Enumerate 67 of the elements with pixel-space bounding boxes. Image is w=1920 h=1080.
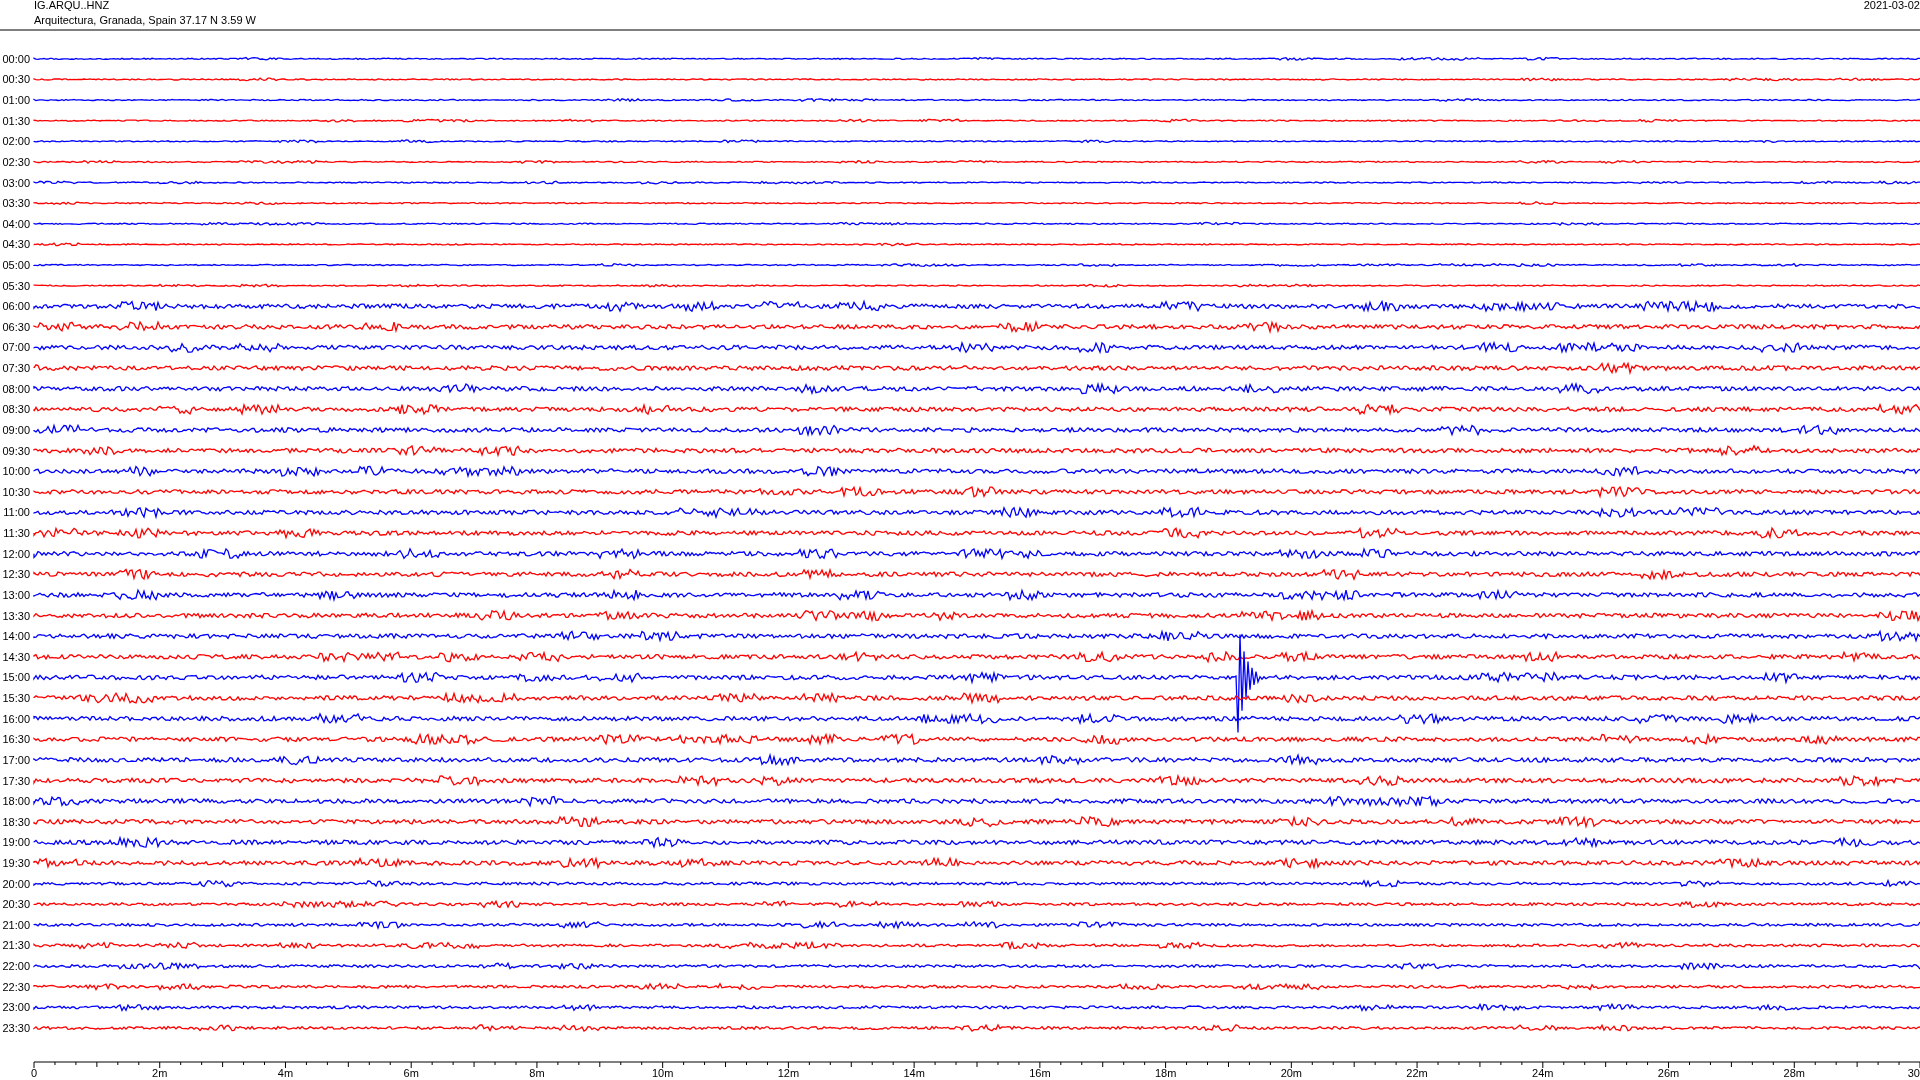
time-label: 05:00 — [2, 259, 30, 271]
time-label: 09:30 — [2, 444, 30, 457]
axis-label: 14m — [903, 1067, 925, 1079]
axis-label: 18m — [1154, 1067, 1177, 1079]
time-label: 08:00 — [2, 382, 30, 395]
time-label: 20:00 — [2, 877, 30, 890]
axis-label: 0 — [30, 1067, 38, 1079]
time-label: 06:00 — [2, 300, 30, 313]
station-description: Arquitectura, Granada, Spain 37.17 N 3.59 W — [34, 14, 256, 26]
station-code: IG.ARQU..HNZ — [34, 0, 110, 11]
axis-label: 8m — [529, 1067, 545, 1079]
time-label: 17:00 — [2, 753, 30, 766]
time-label: 10:00 — [2, 465, 30, 478]
axis-label: 2m — [152, 1067, 168, 1079]
axis-label: 10m — [651, 1067, 674, 1079]
time-label: 12:00 — [2, 547, 30, 560]
time-label: 03:30 — [2, 197, 30, 210]
time-label: 13:00 — [2, 588, 30, 601]
axis-label: 22m — [1406, 1067, 1428, 1079]
axis-label: 16m — [1029, 1067, 1051, 1079]
time-label: 03:00 — [2, 176, 30, 189]
time-label: 15:30 — [2, 692, 30, 704]
time-label: 19:30 — [2, 857, 30, 869]
time-label: 06:30 — [2, 320, 30, 333]
time-label: 18:00 — [2, 795, 30, 808]
time-label: 22:30 — [2, 980, 30, 993]
time-label: 10:30 — [2, 485, 30, 498]
time-label: 12:30 — [2, 568, 30, 581]
time-label: 00:00 — [2, 52, 30, 65]
time-label: 05:30 — [2, 279, 30, 292]
time-label: 15:00 — [2, 671, 30, 684]
time-label: 16:30 — [2, 733, 30, 746]
time-label: 23:30 — [2, 1021, 30, 1034]
time-label: 08:30 — [2, 403, 30, 416]
time-label: 19:00 — [2, 836, 30, 849]
time-label: 11:30 — [3, 527, 30, 540]
time-label: 02:30 — [2, 155, 30, 168]
time-label: 20:30 — [2, 898, 30, 911]
time-label: 21:30 — [2, 939, 30, 952]
axis-label: 12m — [777, 1067, 800, 1079]
time-label: 00:30 — [2, 73, 30, 86]
axis-label: 24m — [1532, 1067, 1554, 1079]
time-label: 11:00 — [3, 506, 30, 519]
time-label: 09:00 — [2, 423, 30, 436]
time-label: 04:00 — [2, 217, 30, 230]
time-label: 01:30 — [2, 114, 30, 127]
time-label: 17:30 — [2, 774, 30, 787]
time-label: 04:30 — [2, 238, 30, 251]
time-label: 14:30 — [2, 650, 30, 663]
axis-label: 28m — [1783, 1067, 1805, 1079]
time-label: 02:00 — [2, 135, 30, 148]
time-label: 22:00 — [2, 960, 30, 973]
time-label: 23:00 — [2, 1001, 30, 1014]
time-label: 16:00 — [2, 712, 30, 725]
axis-label: 20m — [1280, 1067, 1303, 1079]
time-label: 07:30 — [2, 362, 30, 375]
axis-label: 30 — [1907, 1067, 1920, 1079]
time-label: 07:00 — [2, 341, 30, 354]
time-label: 18:30 — [2, 815, 30, 828]
time-label: 21:00 — [2, 918, 30, 931]
time-label: 14:00 — [2, 630, 30, 643]
axis-label: 4m — [277, 1067, 294, 1079]
axis-label: 6m — [403, 1067, 419, 1079]
axis-label: 26m — [1657, 1067, 1680, 1079]
time-label: 01:00 — [2, 94, 30, 107]
time-label: 13:30 — [2, 609, 30, 622]
date-label: 2021-03-02 — [1863, 0, 1920, 11]
